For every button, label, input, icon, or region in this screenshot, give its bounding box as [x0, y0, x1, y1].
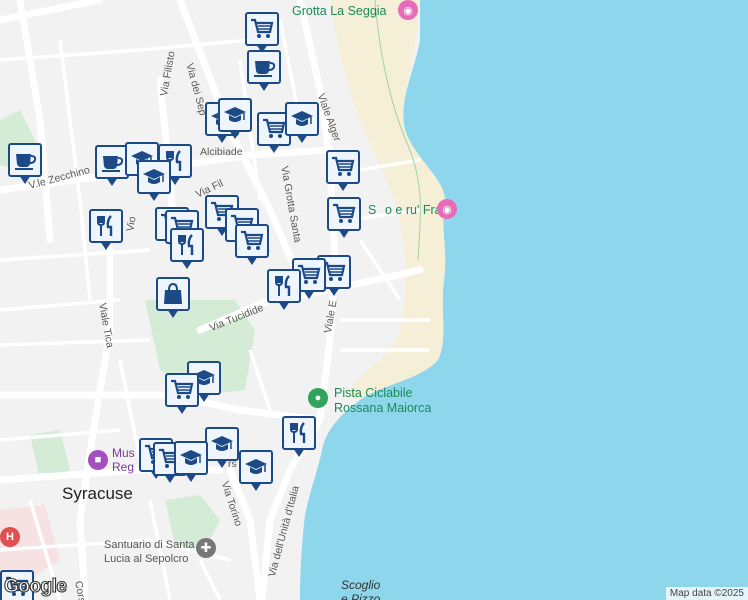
marker-graduation-cap[interactable]	[205, 427, 239, 471]
graduation-cap-icon	[137, 160, 171, 194]
map-view[interactable]: Grotta La Seggia ◉ S o e ru' Frati ◉ ● P…	[0, 0, 748, 600]
graduation-cap-icon	[239, 450, 273, 484]
grotta-label[interactable]: Grotta La Seggia	[292, 4, 387, 18]
pista-label-1[interactable]: Pista Ciclabile	[334, 386, 413, 400]
coffee-icon	[8, 143, 42, 177]
santuario-label-1[interactable]: Santuario di Santa	[104, 539, 195, 551]
camera-icon[interactable]: ◉	[398, 0, 418, 20]
graduation-cap-icon	[205, 427, 239, 461]
museum-label-2[interactable]: Reg	[112, 460, 134, 474]
road-label: Vio	[124, 215, 139, 233]
museum-icon[interactable]: ■	[88, 450, 108, 470]
marker-shopping-cart[interactable]	[165, 373, 199, 417]
shopping-cart-icon	[165, 373, 199, 407]
shopping-cart-icon	[327, 197, 361, 231]
marker-graduation-cap[interactable]	[174, 441, 208, 485]
restaurant-icon	[89, 209, 123, 243]
coffee-icon	[247, 50, 281, 84]
restaurant-icon	[267, 269, 301, 303]
city-label: Syracuse	[62, 484, 133, 503]
marker-coffee[interactable]	[95, 145, 129, 189]
frati-label-a[interactable]: S	[368, 203, 376, 217]
camera-icon[interactable]: ◉	[437, 199, 457, 219]
restaurant-icon	[282, 416, 316, 450]
marker-coffee[interactable]	[8, 143, 42, 187]
google-logo: Google	[3, 575, 67, 597]
marker-restaurant[interactable]	[267, 269, 301, 313]
santuario-label-2[interactable]: Lucia al Sepolcro	[104, 553, 188, 565]
graduation-cap-icon	[285, 102, 319, 136]
marker-shopping-bag[interactable]	[156, 277, 190, 321]
graduation-cap-icon	[174, 441, 208, 475]
restaurant-icon	[170, 228, 204, 262]
church-icon[interactable]: ✚	[196, 538, 216, 558]
marker-shopping-cart[interactable]	[326, 150, 360, 194]
road-label: Alcibiade	[200, 146, 243, 158]
museum-label-1[interactable]: Mus	[112, 446, 135, 460]
scoglio-label-1: Scoglio	[341, 578, 381, 592]
marker-shopping-cart[interactable]	[327, 197, 361, 241]
marker-graduation-cap[interactable]	[137, 160, 171, 204]
shopping-cart-icon	[245, 12, 279, 46]
marker-restaurant[interactable]	[89, 209, 123, 253]
shopping-bag-icon	[156, 277, 190, 311]
marker-graduation-cap[interactable]	[218, 98, 252, 142]
park-icon[interactable]: ●	[308, 388, 328, 408]
pista-label-2[interactable]: Rossana Maiorca	[334, 401, 431, 415]
marker-restaurant[interactable]	[170, 228, 204, 272]
map-base	[0, 0, 748, 600]
scoglio-label-2: e Pizzo	[341, 592, 381, 600]
marker-restaurant[interactable]	[282, 416, 316, 460]
shopping-cart-icon	[326, 150, 360, 184]
marker-coffee[interactable]	[247, 50, 281, 94]
coffee-icon	[95, 145, 129, 179]
hospital-icon[interactable]: H	[0, 527, 20, 547]
attribution[interactable]: Map data ©2025	[665, 587, 748, 600]
marker-shopping-cart[interactable]	[235, 224, 269, 268]
marker-graduation-cap[interactable]	[285, 102, 319, 146]
graduation-cap-icon	[218, 98, 252, 132]
shopping-cart-icon	[235, 224, 269, 258]
marker-graduation-cap[interactable]	[239, 450, 273, 494]
